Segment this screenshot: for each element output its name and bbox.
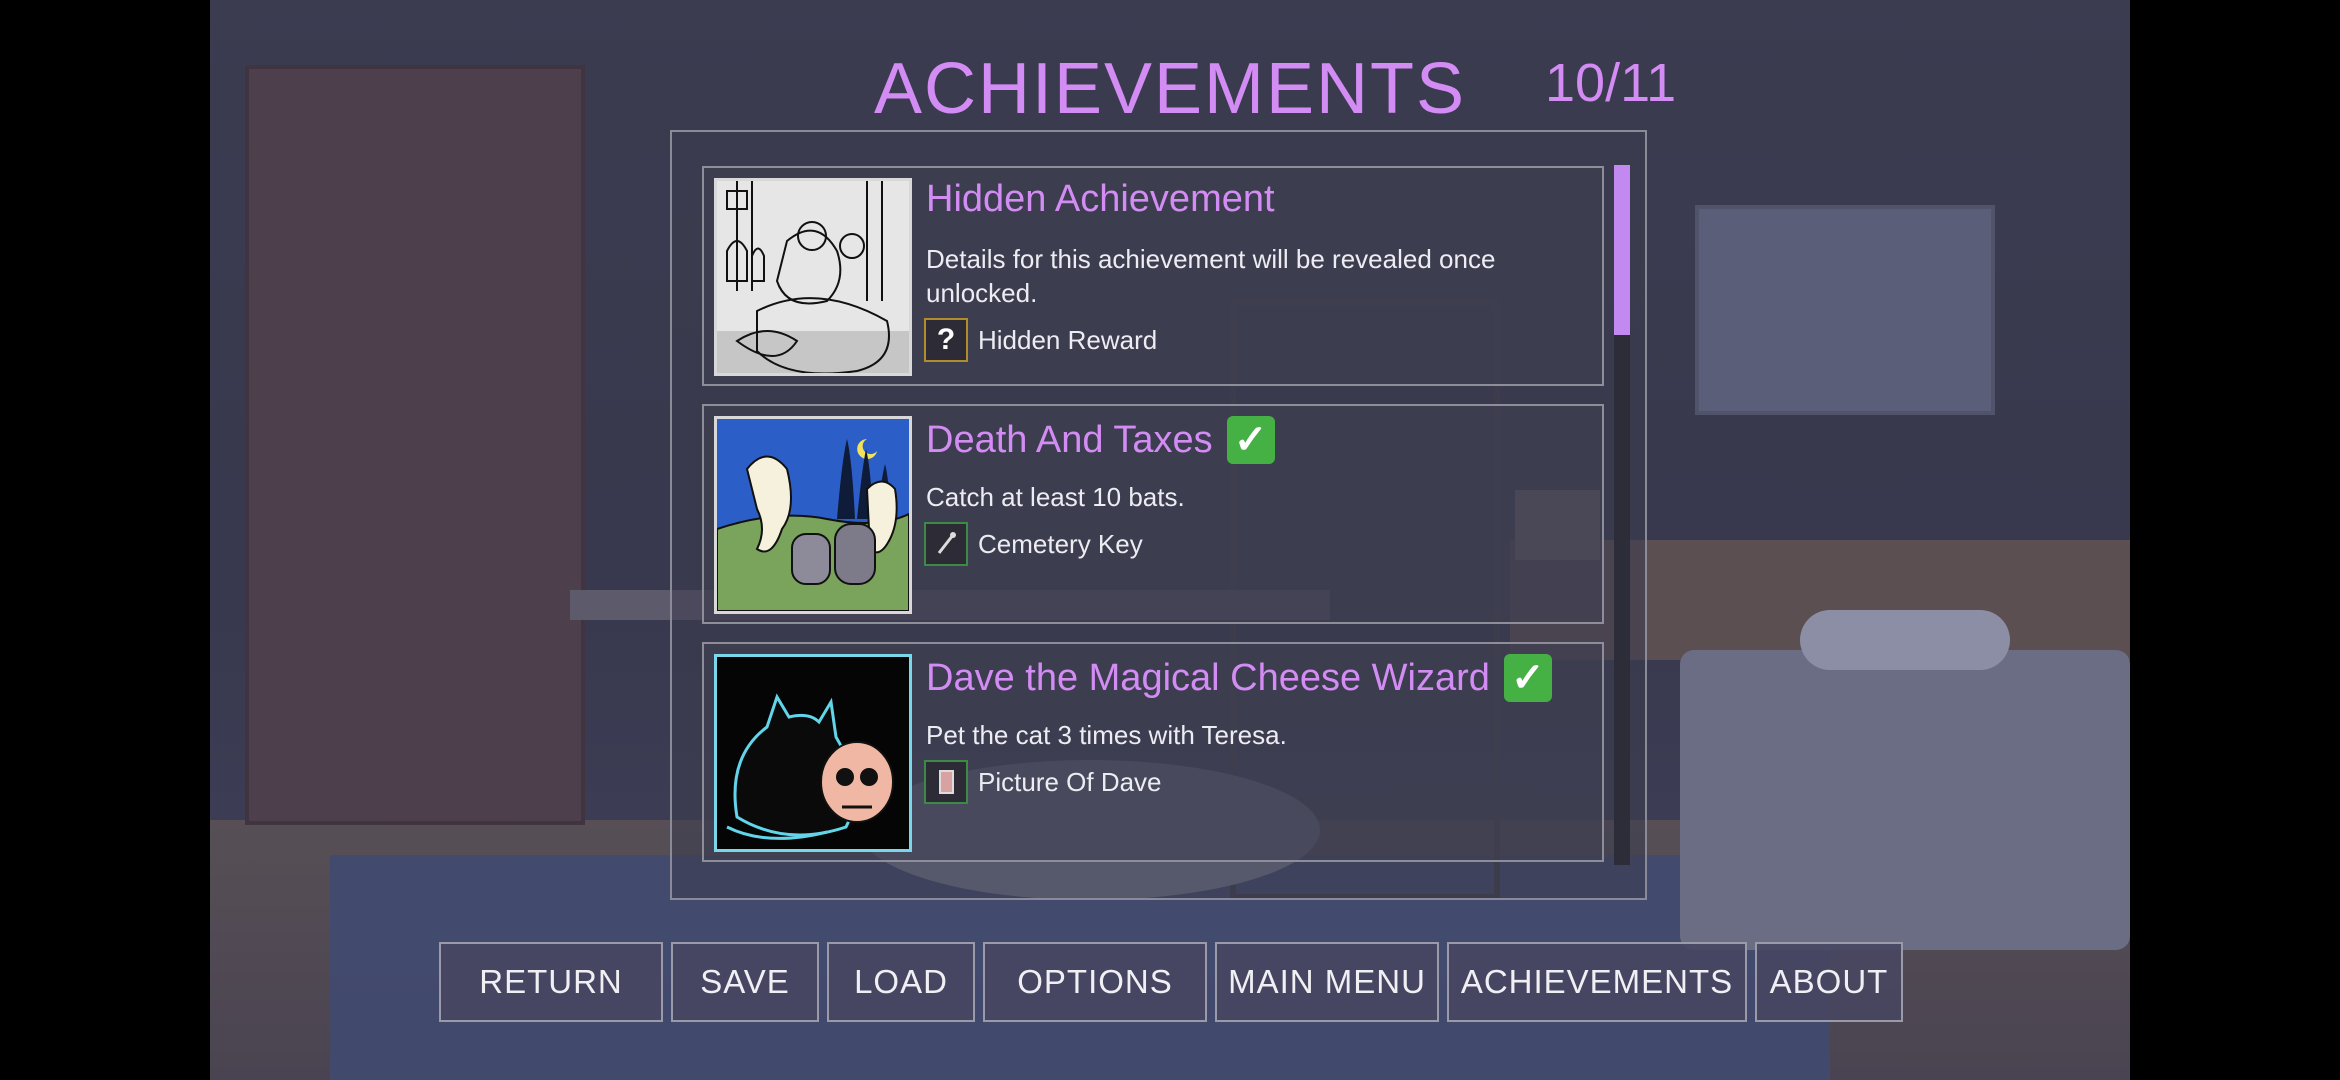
achievement-card[interactable]: Dave the Magical Cheese Wizard ✓ Pet the… <box>702 642 1604 862</box>
bottom-menu: RETURN SAVE LOAD OPTIONS MAIN MENU ACHIE… <box>439 942 1903 1022</box>
achievement-progress: 10/11 <box>1545 53 1677 113</box>
background-window <box>1695 205 1995 415</box>
achievement-title-text: Death And Taxes <box>926 418 1213 461</box>
reward-label: Cemetery Key <box>978 528 1143 559</box>
achievement-title-text: Dave the Magical Cheese Wizard <box>926 656 1490 699</box>
achievement-title: Death And Taxes ✓ <box>926 416 1275 464</box>
tarot-scene-image <box>714 178 912 376</box>
unlocked-check-icon: ✓ <box>1226 416 1275 464</box>
achievements-button[interactable]: ACHIEVEMENTS <box>1447 942 1747 1022</box>
achievement-reward: Picture Of Dave <box>924 760 1162 804</box>
save-button[interactable]: SAVE <box>671 942 819 1022</box>
background-door <box>245 65 585 825</box>
achievement-list-scrollbar[interactable] <box>1614 165 1630 865</box>
achievement-description: Details for this achievement will be rev… <box>926 244 1496 308</box>
background-pillow <box>1800 610 2010 670</box>
question-mark-icon: ? <box>924 318 968 362</box>
main-menu-button[interactable]: MAIN MENU <box>1215 942 1439 1022</box>
cat-skull-image <box>714 654 912 852</box>
unlocked-check-icon: ✓ <box>1503 654 1552 702</box>
background-bed <box>1680 650 2130 950</box>
achievement-list: Hidden Achievement Details for this achi… <box>702 166 1604 880</box>
photo-card-icon <box>924 760 968 804</box>
achievement-title: Dave the Magical Cheese Wizard ✓ <box>926 654 1552 702</box>
scrollbar-thumb[interactable] <box>1614 165 1630 335</box>
reward-label: Hidden Reward <box>978 324 1158 355</box>
ghosts-cemetery-image <box>714 416 912 614</box>
options-button[interactable]: OPTIONS <box>983 942 1207 1022</box>
achievement-description: Pet the cat 3 times with Teresa. <box>926 720 1287 750</box>
achievement-title-text: Hidden Achievement <box>926 178 1275 220</box>
achievement-title: Hidden Achievement <box>926 178 1275 221</box>
screen-title: ACHIEVEMENTS <box>873 49 1467 129</box>
achievements-panel: Hidden Achievement Details for this achi… <box>670 130 1647 900</box>
load-button[interactable]: LOAD <box>827 942 975 1022</box>
achievement-card[interactable]: Death And Taxes ✓ Catch at least 10 bats… <box>702 404 1604 624</box>
about-button[interactable]: ABOUT <box>1755 942 1903 1022</box>
return-button[interactable]: RETURN <box>439 942 663 1022</box>
game-screen: ACHIEVEMENTS 10/11 Hidden Achievement De… <box>210 0 2130 1080</box>
achievement-reward: Cemetery Key <box>924 522 1143 566</box>
reward-label: Picture Of Dave <box>978 766 1162 797</box>
achievement-description: Catch at least 10 bats. <box>926 482 1185 512</box>
achievement-card[interactable]: Hidden Achievement Details for this achi… <box>702 166 1604 386</box>
achievement-reward: ? Hidden Reward <box>924 318 1157 362</box>
key-icon <box>924 522 968 566</box>
